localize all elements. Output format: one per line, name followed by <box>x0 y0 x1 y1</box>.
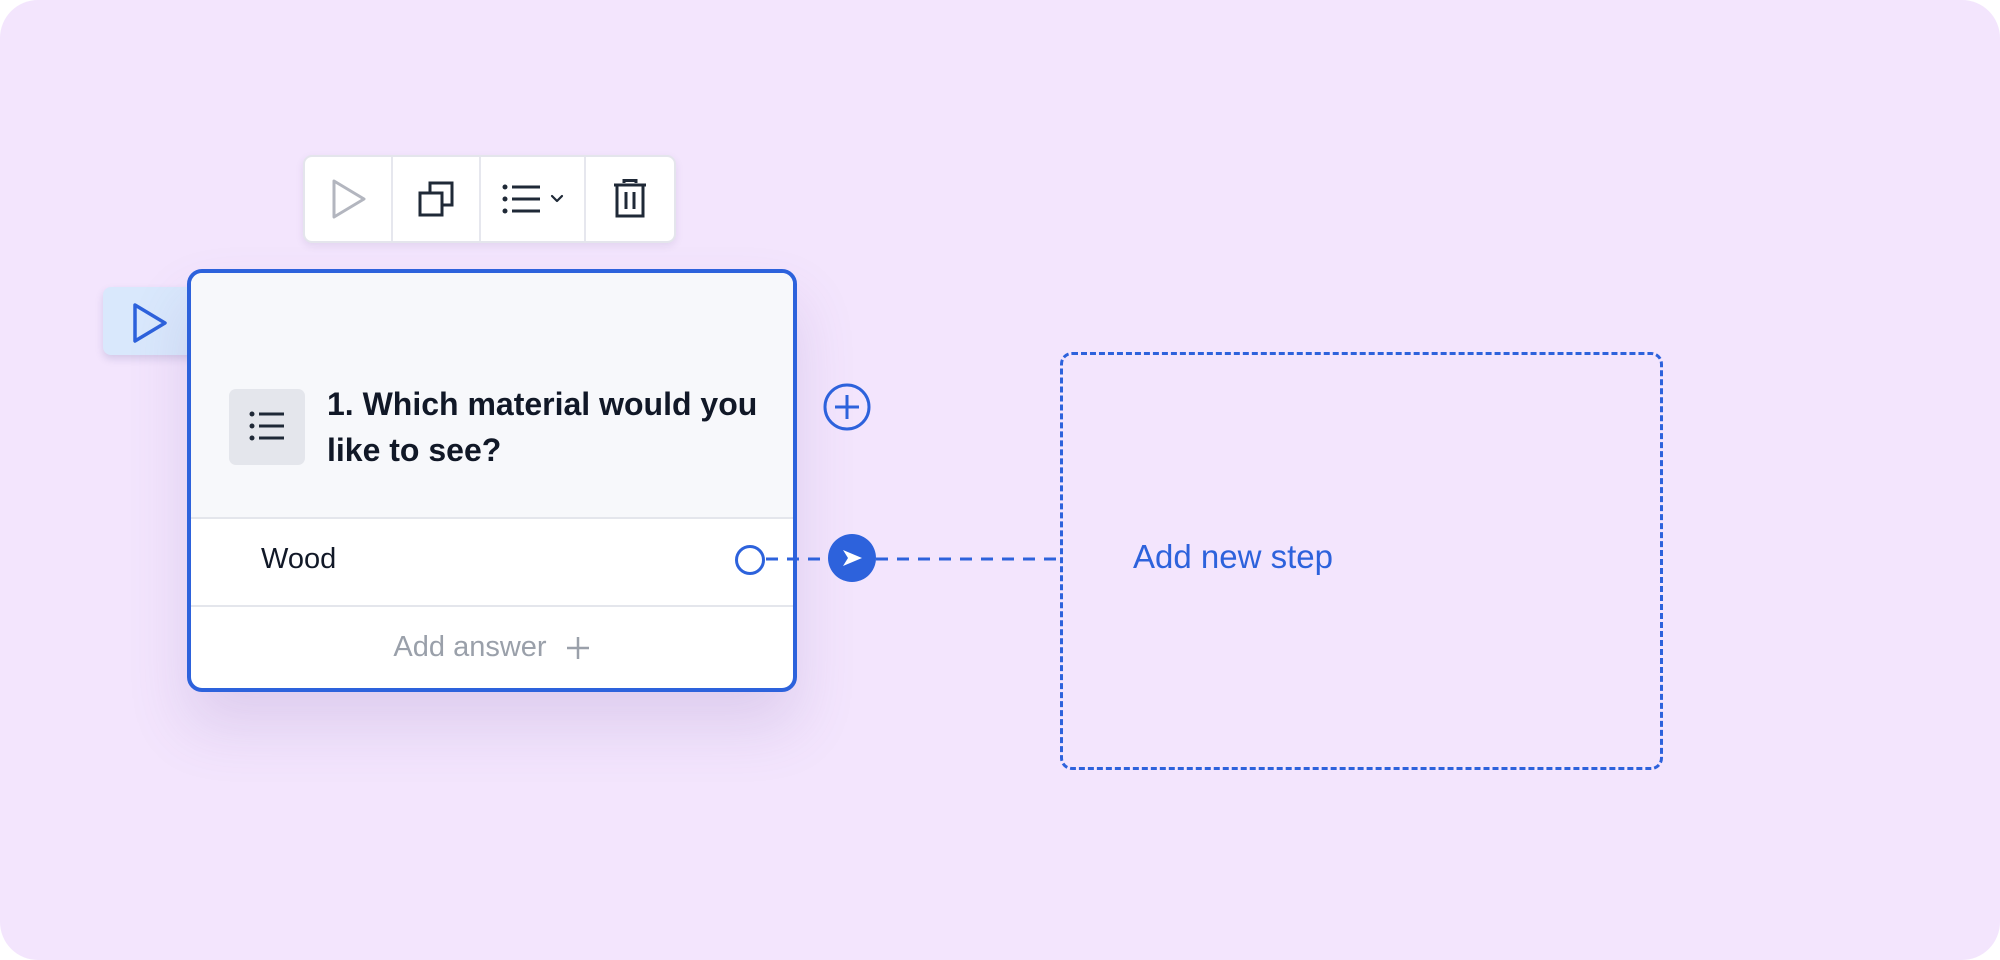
add-new-step-placeholder[interactable]: Add new step <box>1060 352 1663 770</box>
arrow-right-icon <box>843 550 862 566</box>
connector-line <box>766 557 1060 561</box>
flow-canvas[interactable]: 1. Which material would you like to see?… <box>0 0 2000 960</box>
plus-circle-icon[interactable] <box>823 383 871 431</box>
add-new-step-label: Add new step <box>1133 538 1333 575</box>
connector-arrow-node[interactable] <box>828 534 876 582</box>
answer-connector-port[interactable] <box>735 545 765 575</box>
